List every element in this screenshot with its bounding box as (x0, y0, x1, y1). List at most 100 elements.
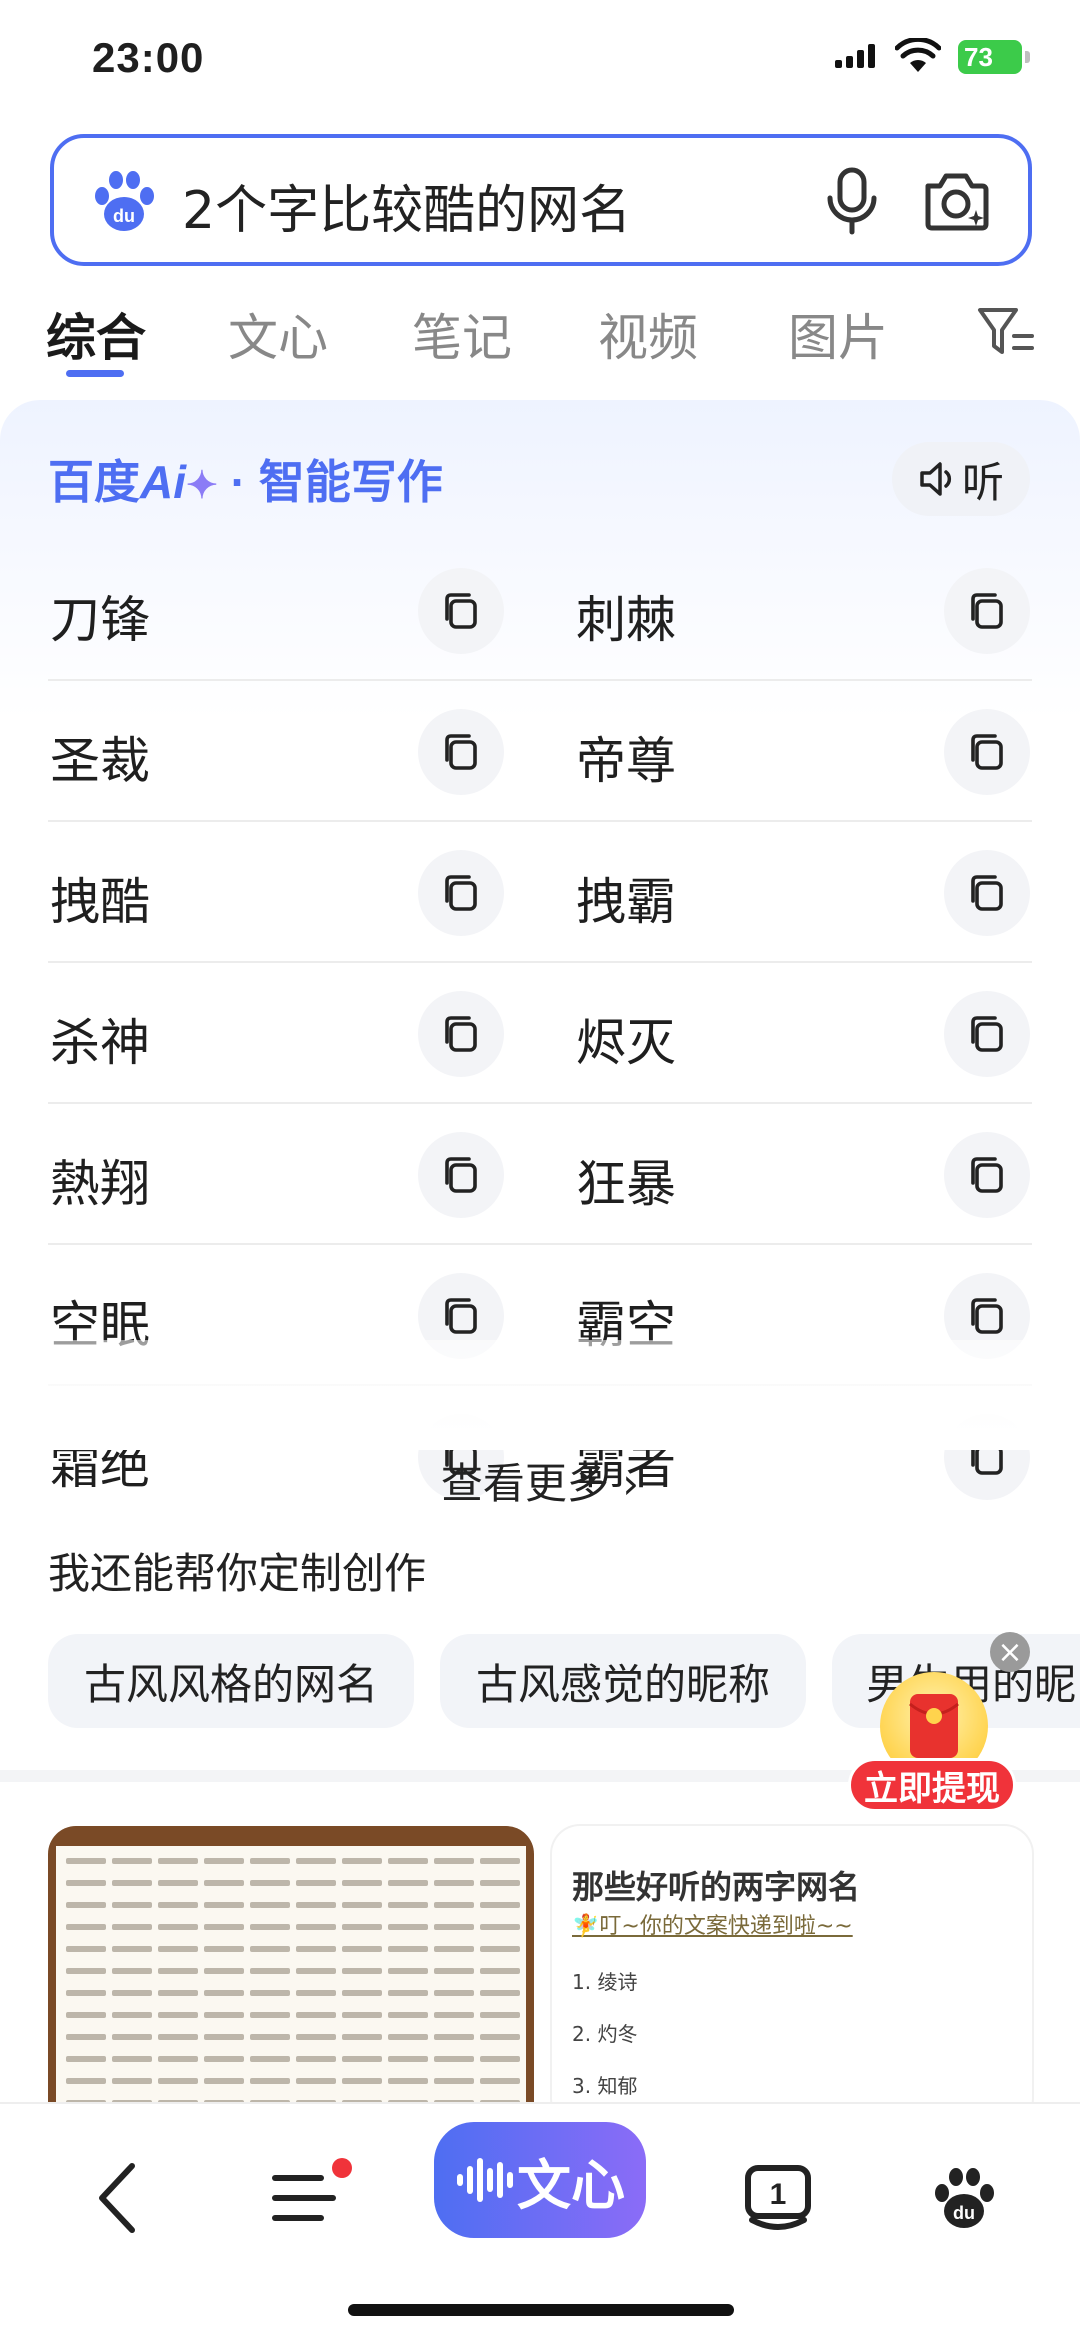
tab-wenxin[interactable]: 文心 (228, 298, 328, 370)
thumbnail-text-mark (250, 1902, 290, 1908)
thumbnail-text-mark (296, 1990, 336, 1996)
thumbnail-text-mark (434, 1968, 474, 1974)
copy-button[interactable] (418, 850, 504, 936)
name-row: 刀锋 刺棘 (48, 540, 1032, 681)
thumbnail-text-mark (342, 2034, 382, 2040)
close-icon[interactable]: × (990, 1632, 1030, 1672)
name-item: 刺棘 (574, 540, 1034, 681)
baidu-paw-logo-icon: du (95, 171, 154, 231)
notification-dot (332, 2158, 352, 2178)
speaker-icon (920, 462, 952, 496)
ai-card-title: 百度Ai✦ · 智能写作 (48, 446, 443, 512)
tab-images[interactable]: 图片 (788, 298, 888, 370)
listen-button[interactable]: 听 (892, 442, 1030, 516)
thumbnail-text-mark (112, 1902, 152, 1908)
name-item: 刀锋 (48, 540, 508, 681)
battery-indicator: 73 (958, 40, 1030, 74)
search-input[interactable]: 2个字比较酷的网名 (182, 168, 631, 243)
thumbnail-text-mark (388, 2078, 428, 2084)
copy-button[interactable] (944, 850, 1030, 936)
copy-button[interactable] (944, 991, 1030, 1077)
tab-video[interactable]: 视频 (598, 298, 698, 370)
thumbnail-text-mark (480, 2012, 520, 2018)
name-text: 拽霸 (576, 873, 676, 931)
wenxin-label: 文心 (517, 2153, 625, 2217)
tab-notes[interactable]: 笔记 (412, 298, 512, 370)
thumbnail-text-mark (204, 1902, 244, 1908)
back-button[interactable] (68, 2148, 168, 2248)
thumbnail-text-mark (296, 2034, 336, 2040)
copy-icon (445, 734, 477, 770)
thumbnail-text-mark (480, 2034, 520, 2040)
result-title: 那些好听的两字网名 (572, 1868, 861, 1906)
thumbnail-text-mark (296, 1946, 336, 1952)
thumbnail-text-mark (204, 2056, 244, 2062)
name-text: 帝尊 (576, 732, 676, 790)
copy-icon (445, 1298, 477, 1334)
thumbnail-text-mark (250, 2012, 290, 2018)
copy-button[interactable] (944, 709, 1030, 795)
result-subtitle: 🧚叮~你的文案快递到啦~~ (572, 1914, 853, 1939)
name-text: 狂暴 (576, 1155, 676, 1213)
suggestion-chip[interactable]: 古风风格的网名 (48, 1634, 414, 1728)
thumbnail-text-mark (388, 1990, 428, 1996)
thumbnail-text-mark (480, 2078, 520, 2084)
thumbnail-text-mark (434, 1880, 474, 1886)
camera-search-icon[interactable] (920, 166, 992, 236)
view-more-button[interactable]: 查看更多 › (0, 1450, 1080, 1511)
thumbnail-text-mark (342, 1990, 382, 1996)
tab-comprehensive[interactable]: 综合 (46, 298, 146, 370)
thumbnail-text-mark (112, 2078, 152, 2084)
wenxin-button[interactable]: 文心 (434, 2122, 646, 2238)
name-text: 刺棘 (576, 591, 676, 649)
microphone-icon[interactable] (824, 166, 880, 236)
thumbnail-text-mark (250, 2078, 290, 2084)
copy-button[interactable] (418, 709, 504, 795)
thumbnail-text-mark (204, 2012, 244, 2018)
copy-button[interactable] (418, 1132, 504, 1218)
thumbnail-text-mark (296, 1924, 336, 1930)
thumbnail-text-mark (250, 1968, 290, 1974)
thumbnail-text-mark (434, 2034, 474, 2040)
thumbnail-text-mark (388, 1880, 428, 1886)
thumbnail-text-mark (112, 1880, 152, 1886)
name-row: 圣裁 帝尊 (48, 681, 1032, 822)
thumbnail-text-mark (250, 1990, 290, 1996)
thumbnail-text-mark (434, 1902, 474, 1908)
thumbnail-text-mark (388, 1858, 428, 1864)
thumbnail-text-mark (158, 1968, 198, 1974)
search-box[interactable]: du 2个字比较酷的网名 (50, 134, 1032, 266)
tabs-button[interactable]: 1 (728, 2148, 828, 2248)
result-thumbnail[interactable] (48, 1826, 534, 2116)
brand-ai: Ai (140, 456, 186, 508)
name-text: 拽酷 (50, 873, 150, 931)
thumbnail-text-mark (342, 1946, 382, 1952)
thumbnail-text-mark (158, 1902, 198, 1908)
result-card[interactable]: 那些好听的两字网名 🧚叮~你的文案快递到啦~~ 1. 绫诗 2. 灼冬 3. 知… (552, 1826, 1032, 2126)
thumbnail-text-mark (66, 2034, 106, 2040)
thumbnail-text-mark (388, 1924, 428, 1930)
brand-suffix: · 智能写作 (217, 456, 443, 508)
name-row: 拽酷 拽霸 (48, 822, 1032, 963)
name-item: 圣裁 (48, 681, 508, 822)
thumbnail-text-mark (204, 1858, 244, 1864)
filter-icon[interactable] (976, 304, 1036, 360)
home-button[interactable]: du (914, 2148, 1014, 2248)
thumbnail-text-mark (388, 2034, 428, 2040)
thumbnail-text-mark (434, 1990, 474, 1996)
name-text: 杀神 (50, 1014, 150, 1072)
copy-button[interactable] (944, 1132, 1030, 1218)
copy-button[interactable] (418, 568, 504, 654)
thumbnail-text-mark (480, 1968, 520, 1974)
thumbnail-text-mark (250, 1858, 290, 1864)
ai-writing-card: 百度Ai✦ · 智能写作 听 刀锋 刺棘 圣裁 帝尊 拽酷 拽霸 杀神 烬灭 熱翔 狂暴 空眠 霸空霜… (0, 400, 1080, 1770)
thumbnail-text-mark (158, 1858, 198, 1864)
copy-button[interactable] (418, 991, 504, 1077)
copy-icon (971, 593, 1003, 629)
copy-button[interactable] (944, 568, 1030, 654)
withdraw-now-button[interactable]: 立即提现 (848, 1758, 1016, 1812)
thumbnail-text-mark (342, 2056, 382, 2062)
thumbnail-text-mark (296, 1968, 336, 1974)
result-list-item: 1. 绫诗 (572, 1970, 638, 1994)
suggestion-chip[interactable]: 古风感觉的昵称 (440, 1634, 806, 1728)
